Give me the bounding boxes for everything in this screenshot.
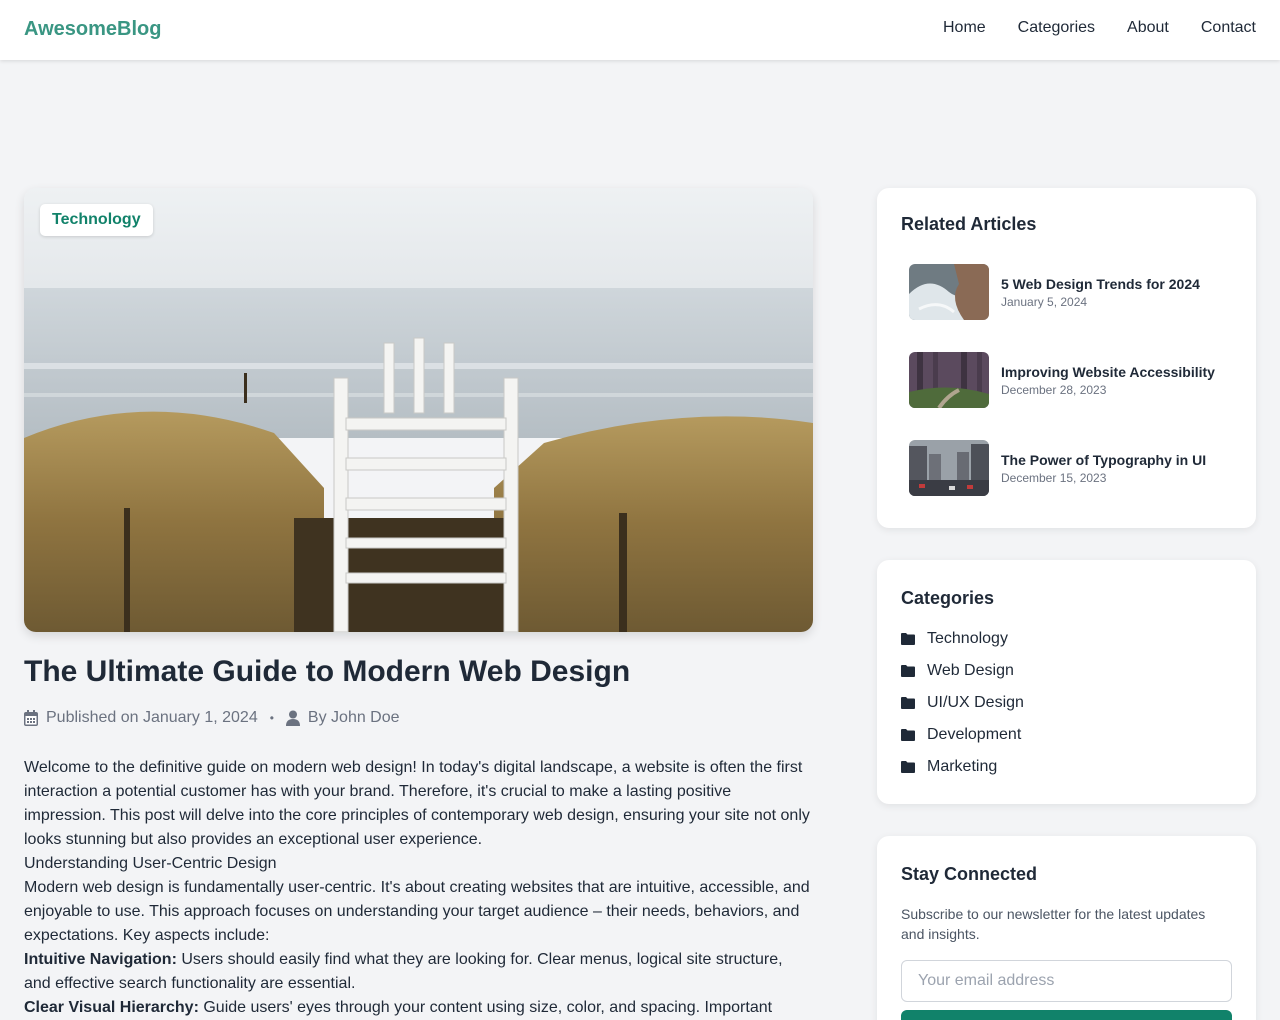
related-article-date: December 15, 2023	[1001, 470, 1107, 485]
related-article-title[interactable]: Improving Website Accessibility	[1001, 364, 1215, 380]
email-field[interactable]	[901, 960, 1232, 1002]
newsletter-heading: Stay Connected	[901, 864, 1038, 884]
category-item-ui-ux-design[interactable]: UI/UX Design	[901, 694, 1024, 712]
article-thumbnail	[909, 440, 989, 496]
category-item-technology[interactable]: Technology	[901, 630, 1008, 648]
article-thumbnail	[909, 264, 989, 320]
featured-image: Technology	[24, 188, 813, 632]
category-label: Marketing	[927, 758, 998, 775]
related-article-title[interactable]: The Power of Typography in UI	[1001, 452, 1206, 468]
related-article-date: January 5, 2024	[1001, 294, 1088, 309]
folder-icon	[901, 665, 915, 677]
categories-card: Categories Technology Web Design UI/UX D…	[877, 560, 1256, 804]
brand-logo[interactable]: AwesomeBlog	[24, 18, 161, 41]
meta-separator: •	[269, 711, 274, 725]
categories-heading: Categories	[901, 588, 995, 608]
section-paragraph: Modern web design is fundamentally user-…	[24, 879, 810, 944]
folder-icon	[901, 729, 915, 741]
subscribe-button[interactable]	[901, 1010, 1232, 1020]
related-articles-card: Related Articles 5 Web Design Trends for…	[877, 188, 1256, 528]
article-thumbnail	[909, 352, 989, 408]
related-article-item[interactable]: 5 Web Design Trends for 2024 January 5, …	[909, 264, 1229, 320]
related-heading: Related Articles	[901, 214, 1037, 234]
calendar-icon	[24, 710, 38, 726]
category-label: UI/UX Design	[927, 694, 1024, 711]
main-nav: Home Categories About Contact	[943, 19, 1256, 37]
category-item-development[interactable]: Development	[901, 726, 1021, 744]
category-label: Technology	[927, 630, 1008, 647]
folder-icon	[901, 697, 915, 709]
post-content: Welcome to the definitive guide on moder…	[24, 756, 813, 1020]
nav-about[interactable]: About	[1127, 19, 1169, 37]
section-heading: Understanding User-Centric Design	[24, 855, 277, 872]
newsletter-description: Subscribe to our newsletter for the late…	[901, 906, 1206, 942]
list-item: Clear Visual Hierarchy: Guide users' eye…	[24, 996, 813, 1020]
top-navbar: AwesomeBlog Home Categories About Contac…	[0, 0, 1280, 60]
list-item: Intuitive Navigation: Users should easil…	[24, 948, 813, 996]
category-item-marketing[interactable]: Marketing	[901, 758, 997, 776]
point-text: Guide users' eyes through your content u…	[203, 999, 773, 1016]
newsletter-card: Stay Connected Subscribe to our newslett…	[877, 836, 1256, 1020]
intro-paragraph: Welcome to the definitive guide on moder…	[24, 759, 810, 848]
point-label: Clear Visual Hierarchy:	[24, 999, 199, 1016]
related-article-title[interactable]: 5 Web Design Trends for 2024	[1001, 276, 1200, 292]
point-label: Intuitive Navigation:	[24, 951, 177, 968]
user-icon	[285, 710, 300, 726]
published-date: Published on January 1, 2024	[46, 709, 258, 726]
related-article-date: December 28, 2023	[1001, 382, 1107, 397]
nav-contact[interactable]: Contact	[1201, 19, 1256, 37]
category-label: Development	[927, 726, 1022, 743]
related-article-item[interactable]: Improving Website Accessibility December…	[909, 352, 1229, 408]
nav-categories[interactable]: Categories	[1018, 19, 1095, 37]
category-tag[interactable]: Technology	[40, 204, 153, 236]
category-label: Web Design	[927, 662, 1014, 679]
category-item-web-design[interactable]: Web Design	[901, 662, 1014, 680]
folder-icon	[901, 633, 915, 645]
author-name[interactable]: By John Doe	[308, 709, 400, 727]
nav-home[interactable]: Home	[943, 19, 986, 37]
beach-stairs-image	[24, 188, 813, 632]
post-title: The Ultimate Guide to Modern Web Design	[24, 655, 631, 688]
related-article-item[interactable]: The Power of Typography in UI December 1…	[909, 440, 1229, 496]
folder-icon	[901, 761, 915, 773]
post-meta: Published on January 1, 2024 • By John D…	[24, 709, 400, 727]
